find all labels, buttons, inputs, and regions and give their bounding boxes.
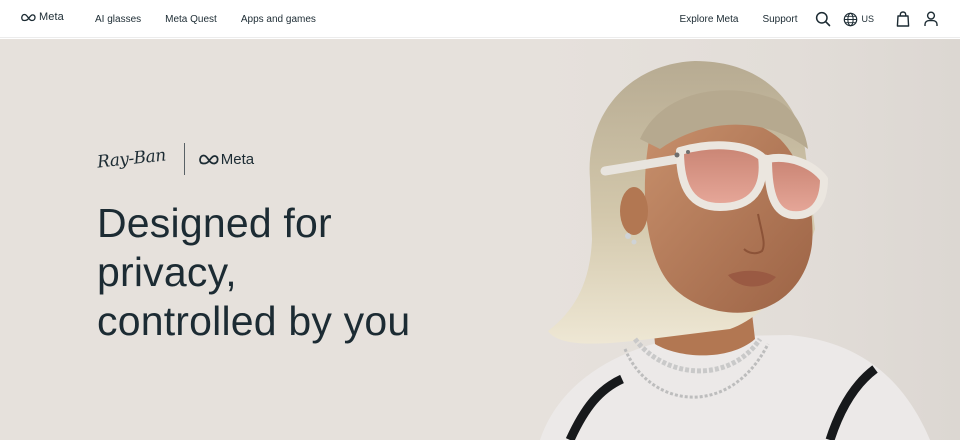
locale-label: US — [861, 14, 874, 24]
hero-headline: Designed for privacy, controlled by you — [97, 199, 517, 346]
locale-selector[interactable]: US — [843, 12, 874, 27]
top-navigation: Meta AI glasses Meta Quest Apps and game… — [0, 0, 960, 38]
meta-infinity-icon — [198, 154, 219, 164]
headline-line-3: controlled by you — [97, 298, 411, 344]
shopping-bag-icon — [896, 11, 910, 27]
nav-link-support[interactable]: Support — [762, 14, 797, 25]
headline-line-2: privacy, — [97, 249, 237, 295]
nav-link-apps-and-games[interactable]: Apps and games — [241, 14, 316, 25]
utility-nav: Explore Meta Support US — [680, 0, 938, 38]
logo-divider — [183, 143, 185, 175]
co-brand-logos: Ray-Ban Meta — [96, 143, 255, 175]
meta-logo-label: Meta — [220, 150, 255, 168]
meta-logo: Meta — [198, 150, 255, 168]
meta-infinity-icon — [21, 13, 36, 21]
primary-nav: AI glasses Meta Quest Apps and games — [95, 0, 340, 38]
account-button[interactable] — [924, 11, 938, 27]
cart-button[interactable] — [896, 11, 910, 27]
search-button[interactable] — [815, 11, 831, 27]
nav-link-meta-quest[interactable]: Meta Quest — [165, 14, 217, 25]
search-icon — [816, 11, 831, 27]
globe-icon — [844, 12, 858, 26]
nav-link-explore-meta[interactable]: Explore Meta — [680, 14, 739, 25]
meta-home-link[interactable]: Meta — [21, 11, 64, 23]
hero-banner: Ray-Ban Meta Designed for privacy, contr… — [0, 39, 960, 440]
account-icon — [924, 11, 938, 26]
brand-label: Meta — [39, 11, 64, 23]
model-portrait-image — [540, 61, 930, 440]
rayban-logo: Ray-Ban — [96, 145, 167, 173]
nav-link-ai-glasses[interactable]: AI glasses — [95, 14, 141, 25]
headline-line-1: Designed for — [97, 200, 332, 246]
